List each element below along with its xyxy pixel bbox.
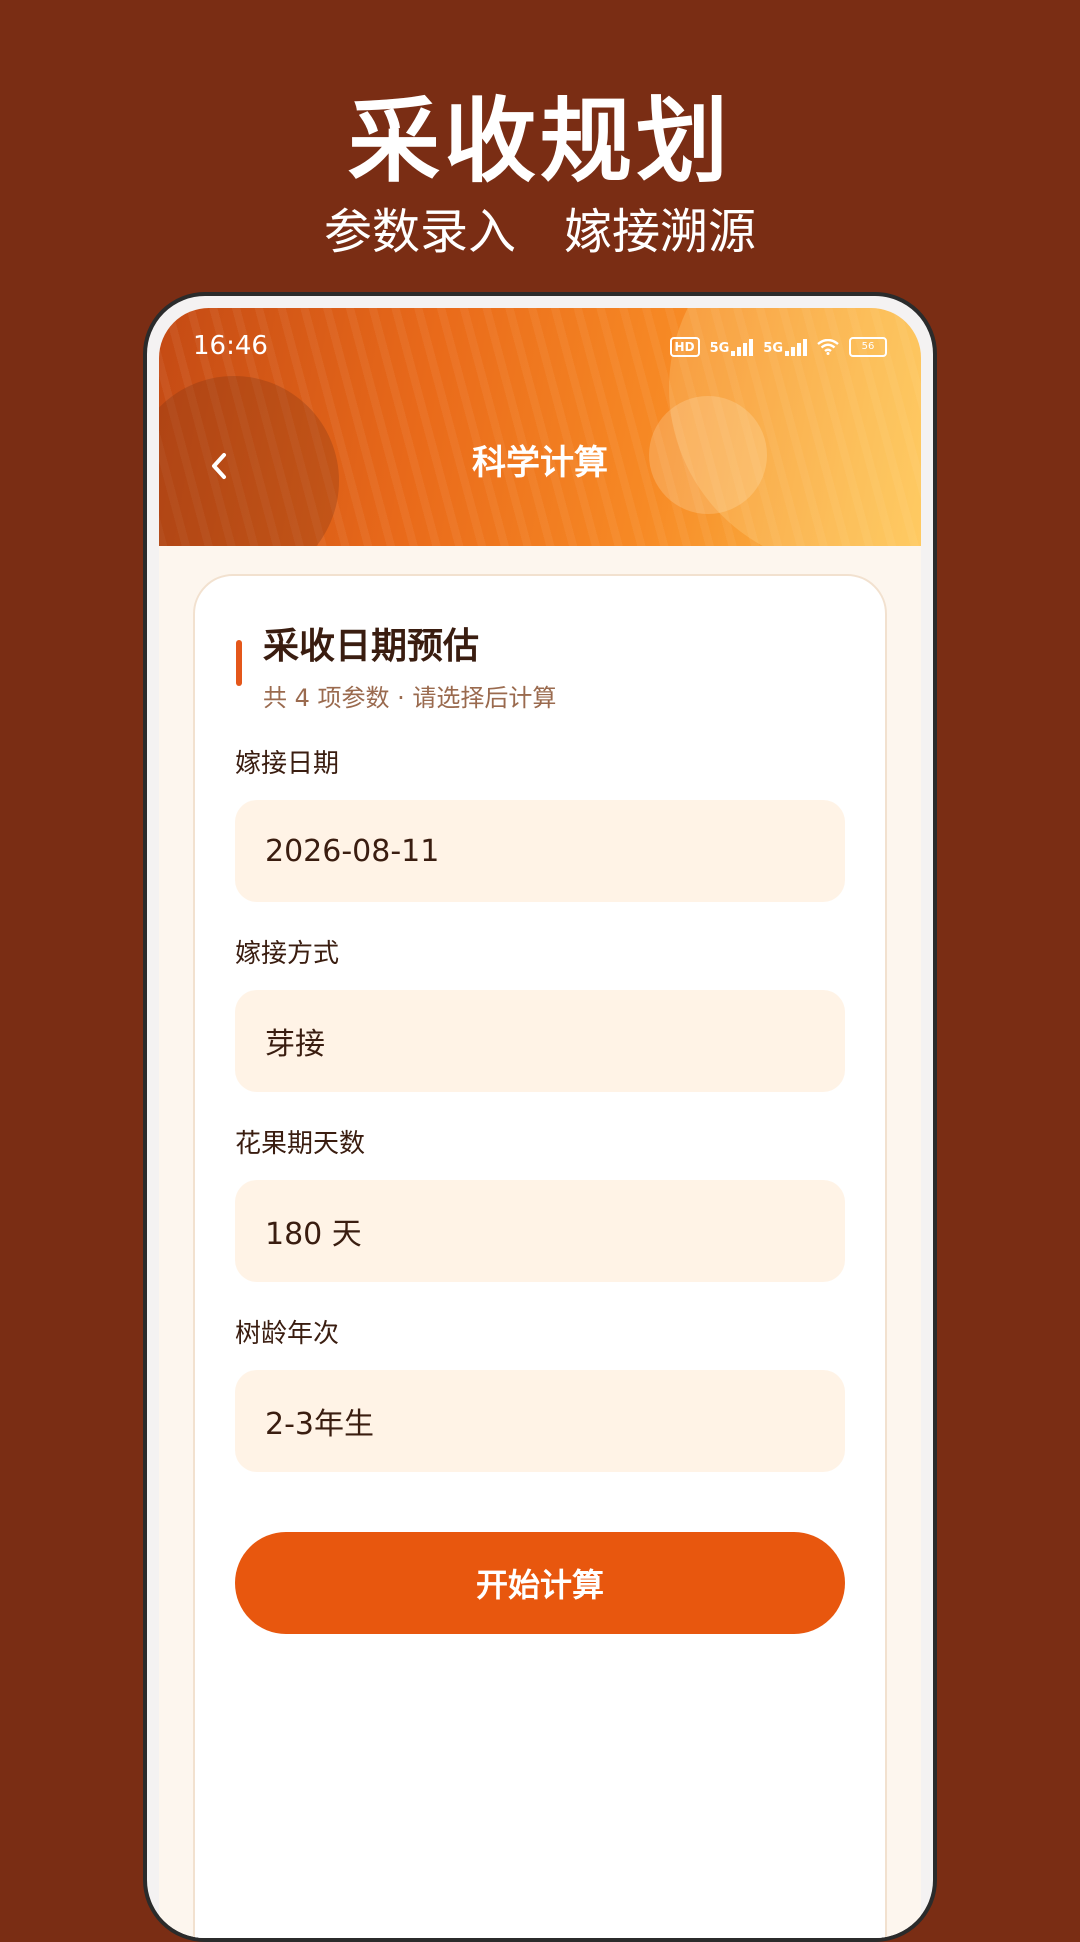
app-screen: 16:46 HD 5G 5G 56 科学计算 采收日期预估 共 4 项参数 · … [159, 308, 921, 1938]
page-title: 科学计算 [472, 443, 608, 483]
grafting-date-field[interactable]: 2026-08-11 [235, 800, 845, 902]
grafting-method-label: 嫁接方式 [235, 939, 340, 969]
hd-icon: HD [669, 337, 700, 357]
grafting-date-value: 2026-08-11 [265, 833, 440, 869]
status-icons: HD 5G 5G 56 [669, 330, 887, 364]
signal-1: 5G [710, 338, 754, 356]
promo-title: 采收规划 [347, 88, 732, 195]
start-calculation-button[interactable]: 开始计算 [235, 1532, 845, 1634]
tree-age-value: 2-3年生 [265, 1407, 374, 1442]
signal-2: 5G [763, 338, 807, 356]
phone-frame: 16:46 HD 5G 5G 56 科学计算 采收日期预估 共 4 项参数 · … [143, 292, 937, 1942]
tree-age-select[interactable]: 2-3年生 [235, 1370, 845, 1472]
status-time: 16:46 [193, 331, 268, 361]
battery-icon: 56 [849, 337, 887, 357]
network-label: 5G [763, 341, 783, 356]
flowering-days-value: 180 天 [265, 1217, 362, 1252]
card-accent-bar [236, 640, 242, 686]
app-header: 16:46 HD 5G 5G 56 科学计算 [159, 308, 921, 546]
tree-age-label: 树龄年次 [235, 1319, 340, 1349]
promo-subtitle: 参数录入 嫁接溯源 [0, 200, 1080, 264]
grafting-date-label: 嫁接日期 [235, 749, 340, 779]
grafting-method-select[interactable]: 芽接 [235, 990, 845, 1092]
network-label: 5G [709, 341, 730, 356]
wifi-icon [817, 339, 839, 355]
promo-subtitle-right: 嫁接溯源 [564, 204, 757, 260]
card-subtitle: 共 4 项参数 · 请选择后计算 [263, 684, 557, 712]
card-title: 采收日期预估 [263, 626, 480, 667]
harvest-estimate-card: 采收日期预估 共 4 项参数 · 请选择后计算 嫁接日期 2026-08-11 … [193, 574, 887, 1938]
promo-subtitle-left: 参数录入 [323, 204, 516, 260]
flowering-days-select[interactable]: 180 天 [235, 1180, 845, 1282]
signal-bars-icon [731, 338, 754, 356]
flowering-days-label: 花果期天数 [235, 1129, 366, 1159]
grafting-method-value: 芽接 [265, 1027, 325, 1062]
signal-bars-icon [785, 338, 807, 356]
